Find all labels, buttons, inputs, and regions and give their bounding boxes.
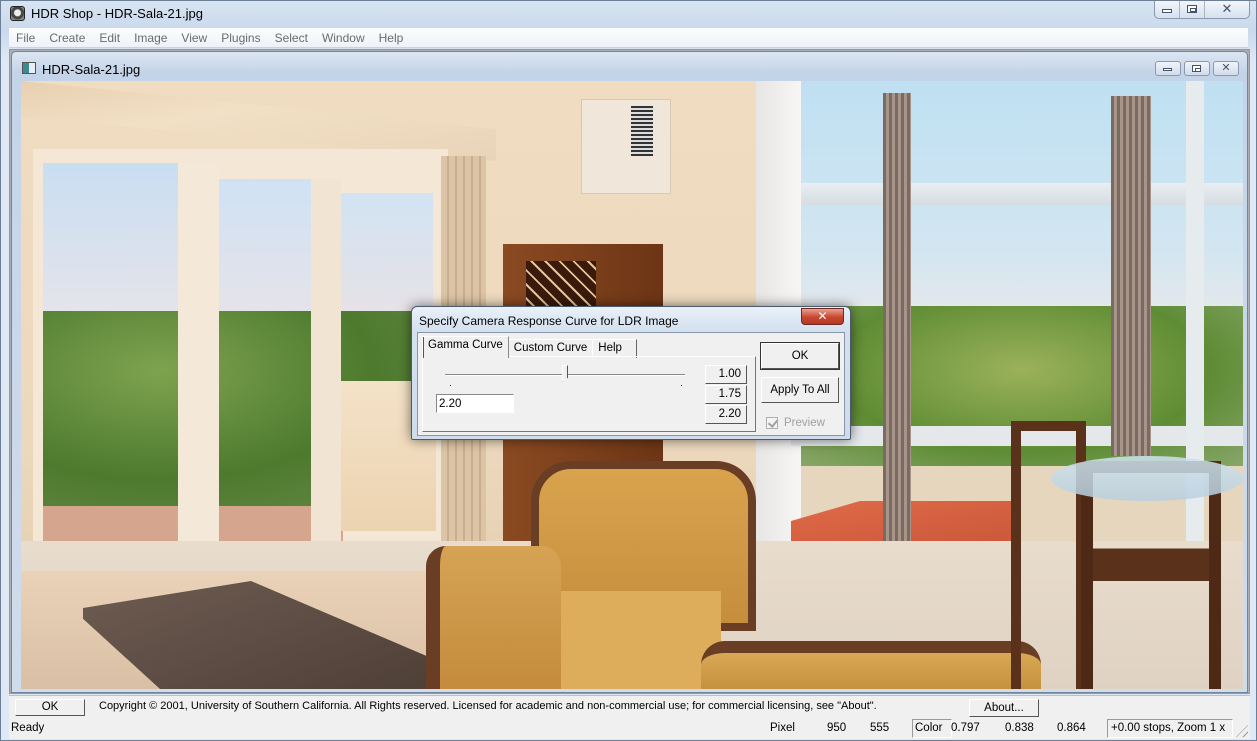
photo-armchair-seat xyxy=(561,591,721,689)
exposure-zoom-text: +0.00 stops, Zoom 1 x xyxy=(1111,722,1226,734)
app-icon[interactable] xyxy=(10,6,25,21)
maximize-button[interactable] xyxy=(1180,1,1205,18)
about-button[interactable]: About... xyxy=(969,699,1039,717)
menu-help[interactable]: Help xyxy=(372,28,411,47)
menu-plugins[interactable]: Plugins xyxy=(214,28,267,47)
status-text: Ready xyxy=(11,722,45,734)
window-title: HDR Shop - HDR-Sala-21.jpg xyxy=(31,6,203,21)
pixel-label: Pixel xyxy=(770,722,795,734)
photo-dining-table xyxy=(1051,456,1243,501)
menu-select[interactable]: Select xyxy=(268,28,315,47)
color-label: Color xyxy=(915,722,943,734)
minimize-button[interactable] xyxy=(1155,1,1180,18)
status-bar: Ready Pixel 950 555 Color 0.797 0.838 0.… xyxy=(9,717,1250,739)
preview-checkbox[interactable]: Preview xyxy=(766,417,825,429)
tab-gamma-curve[interactable]: Gamma Curve xyxy=(422,336,509,358)
gamma-slider-thumb[interactable] xyxy=(562,365,568,382)
photo-chair-1 xyxy=(1011,421,1086,689)
image-document-icon[interactable] xyxy=(22,62,36,74)
hdr-shop-window: HDR Shop - HDR-Sala-21.jpg ✕ File Create… xyxy=(0,0,1257,741)
title-bar[interactable]: HDR Shop - HDR-Sala-21.jpg ✕ xyxy=(1,1,1256,26)
dialog-close-button[interactable]: ✕ xyxy=(801,308,844,325)
dialog-ok-button[interactable]: OK xyxy=(761,343,839,369)
minimize-icon xyxy=(1162,8,1172,13)
color-g-value: 0.838 xyxy=(1005,722,1034,734)
close-button[interactable]: ✕ xyxy=(1205,1,1249,18)
gamma-value-input[interactable] xyxy=(436,394,514,413)
close-icon: ✕ xyxy=(1221,62,1231,74)
photo-curtain-right-2 xyxy=(1111,96,1151,456)
photo-ac-vent xyxy=(631,106,653,156)
menu-edit[interactable]: Edit xyxy=(92,28,127,47)
photo-cabinet-lattice xyxy=(526,261,596,311)
apply-to-all-button[interactable]: Apply To All xyxy=(761,377,839,403)
photo-window-crossbar xyxy=(801,183,1243,205)
color-r-value: 0.797 xyxy=(951,722,980,734)
doc-minimize-button[interactable] xyxy=(1155,61,1181,76)
slider-tick-max xyxy=(681,385,682,386)
copyright-text: Copyright © 2001, University of Southern… xyxy=(99,700,877,712)
photo-armchair-arm-left xyxy=(426,546,561,689)
resize-grip[interactable] xyxy=(1236,725,1248,737)
pixel-y-value: 555 xyxy=(870,722,890,734)
dialog-title: Specify Camera Response Curve for LDR Im… xyxy=(419,314,679,328)
document-title: HDR-Sala-21.jpg xyxy=(42,62,141,77)
menu-view[interactable]: View xyxy=(174,28,214,47)
slider-tick-min xyxy=(450,385,451,386)
gamma-curve-panel: 1.00 1.75 2.20 xyxy=(422,356,756,432)
close-icon: ✕ xyxy=(817,309,828,323)
restore-icon xyxy=(1187,4,1197,13)
preset-button-1-00[interactable]: 1.00 xyxy=(705,365,747,384)
doc-maximize-button[interactable] xyxy=(1184,61,1210,76)
info-bar: OK Copyright © 2001, University of South… xyxy=(9,695,1250,717)
color-b-value: 0.864 xyxy=(1057,722,1086,734)
preset-button-1-75[interactable]: 1.75 xyxy=(705,385,747,404)
menu-bar: File Create Edit Image View Plugins Sele… xyxy=(9,28,1248,48)
restore-icon xyxy=(1192,64,1201,72)
pixel-x-value: 950 xyxy=(827,722,847,734)
close-icon: ✕ xyxy=(1221,1,1233,16)
photo-frame-post-1 xyxy=(178,163,219,603)
minimize-icon xyxy=(1163,67,1172,71)
menu-window[interactable]: Window xyxy=(315,28,372,47)
photo-frame-post-2 xyxy=(311,179,341,599)
menu-file[interactable]: File xyxy=(9,28,42,47)
doc-close-button[interactable]: ✕ xyxy=(1213,61,1239,76)
window-caption-buttons: ✕ xyxy=(1154,1,1250,19)
info-ok-button[interactable]: OK xyxy=(15,699,85,716)
photo-armchair-arm-right xyxy=(701,641,1041,689)
preset-button-2-20[interactable]: 2.20 xyxy=(705,405,747,424)
camera-response-dialog: Specify Camera Response Curve for LDR Im… xyxy=(411,306,851,440)
photo-ac-unit xyxy=(581,99,671,194)
menu-image[interactable]: Image xyxy=(127,28,174,47)
document-caption-buttons: ✕ xyxy=(1152,61,1239,76)
photo-curtain-right-1 xyxy=(883,93,911,543)
preview-label: Preview xyxy=(784,417,825,429)
dialog-body: Gamma Curve Custom Curve Help 1.00 1.75 … xyxy=(417,332,845,436)
checkbox-checked-icon xyxy=(766,417,778,429)
menu-create[interactable]: Create xyxy=(42,28,92,47)
